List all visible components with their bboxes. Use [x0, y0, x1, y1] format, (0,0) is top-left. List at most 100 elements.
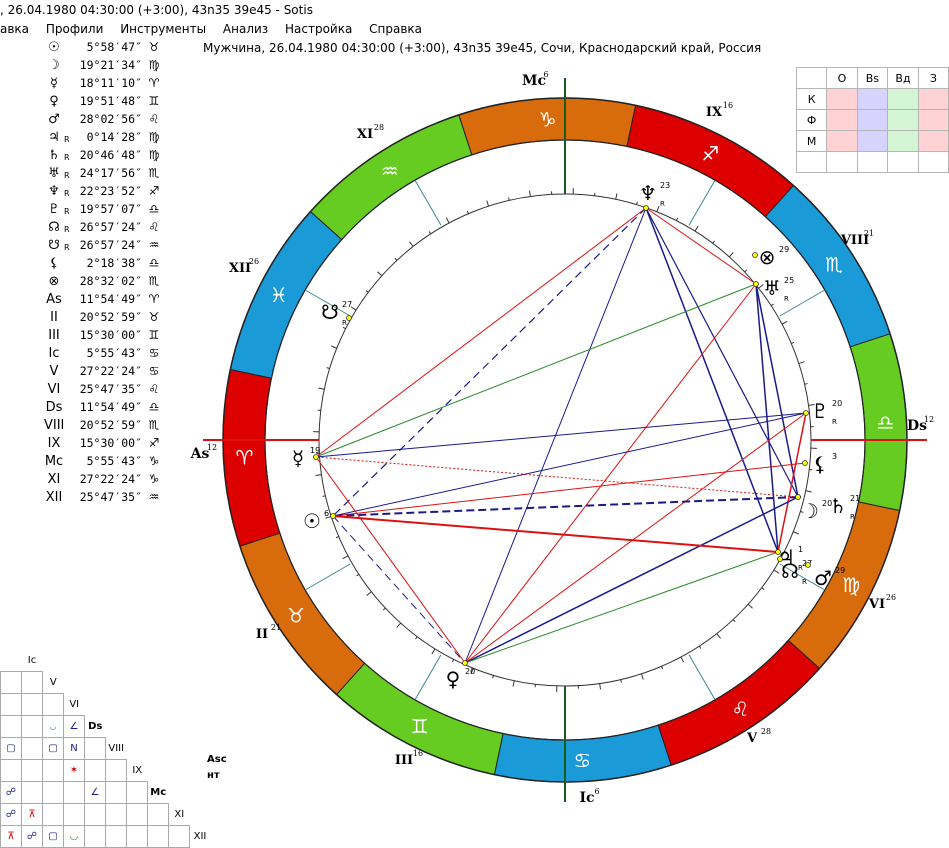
aspect-header-cell: [797, 68, 827, 89]
house-label: XI: [357, 127, 373, 142]
planet-glyph-icon: ☊: [781, 559, 799, 583]
degree-tick: [487, 200, 489, 206]
degree-tick: [377, 272, 381, 276]
planet-degree: 29: [835, 566, 845, 575]
nt-label: нт: [207, 770, 220, 781]
house-degree: 26: [886, 593, 896, 602]
degree-tick: [641, 674, 643, 680]
degree-tick: [343, 556, 348, 559]
degree-tick: [748, 604, 752, 608]
degree-tick: [600, 684, 601, 690]
asc-degree: 12: [207, 443, 217, 452]
degree-tick: [322, 496, 325, 497]
aspect-circle: [319, 194, 811, 686]
planet-marker: [806, 563, 811, 568]
planet-glyph-icon: ♆: [639, 181, 657, 205]
grid-label: VI: [64, 694, 85, 716]
degree-tick: [367, 592, 372, 596]
planet-degree: 23: [660, 181, 670, 190]
planet-degree: 1: [798, 545, 803, 554]
degree-tick: [616, 193, 617, 199]
degree-tick: [695, 226, 698, 231]
planet-marker: [463, 661, 468, 666]
planet-marker: [804, 411, 809, 416]
house-cusp-line: [415, 655, 441, 700]
aspect-cell: [857, 152, 888, 173]
mc-label: Mc: [522, 73, 546, 89]
degree-tick: [343, 327, 346, 328]
chart-title: Мужчина, 26.04.1980 04:30:00 (+3:00), 43…: [203, 41, 761, 55]
house-degree: 21: [864, 229, 874, 238]
aspect-line: [316, 457, 465, 663]
degree-tick: [366, 290, 368, 292]
aspect-line: [333, 208, 646, 516]
aspect-cell: [918, 89, 948, 110]
grid-label: Ds: [85, 716, 106, 738]
house-cusp-line: [689, 180, 715, 225]
degree-tick: [799, 362, 805, 364]
aspect-line: [465, 497, 798, 663]
planet-glyph-icon: ♇: [811, 399, 829, 423]
planet-marker: [331, 514, 336, 519]
degree-tick: [513, 681, 514, 687]
degree-tick: [383, 608, 385, 610]
degree-tick: [805, 384, 808, 385]
planet-marker: [754, 282, 759, 287]
zodiac-sign-icon: ♌: [731, 697, 749, 721]
zodiac-sign-icon: ♊: [411, 714, 429, 738]
aspect-row-label: Ф: [797, 110, 827, 131]
degree-tick: [713, 241, 715, 243]
degree-tick: [681, 657, 684, 662]
aspect-cell: [827, 110, 857, 131]
degree-tick: [467, 211, 468, 214]
degree-tick: [415, 637, 417, 639]
degree-tick: [717, 634, 721, 639]
aspect-cell: [827, 152, 857, 173]
house-degree: 28: [374, 123, 384, 132]
asc-label: Asc: [207, 754, 227, 765]
planet-marker: [803, 461, 808, 466]
degree-tick: [657, 206, 659, 212]
degree-tick: [791, 342, 794, 343]
degree-tick: [745, 270, 747, 272]
aspect-line: [465, 552, 778, 663]
retrograde-flag: R: [660, 200, 665, 208]
degree-tick: [762, 588, 764, 590]
aspect-cell: [797, 152, 827, 173]
aspect-cell: [888, 131, 919, 152]
house-cusp-line: [305, 564, 350, 590]
degree-tick: [793, 532, 799, 534]
aspect-line: [778, 413, 806, 552]
degree-tick: [529, 191, 530, 197]
aspect-header-cell: Bs: [857, 68, 888, 89]
aspect-cell: [918, 110, 948, 131]
house-cusp-line: [780, 290, 825, 316]
retrograde-flag: R: [832, 418, 837, 426]
degree-tick: [637, 202, 638, 205]
house-degree: 28: [761, 727, 771, 736]
aspect-cell: [827, 89, 857, 110]
aspect-row-label: М: [797, 131, 827, 152]
grid-label: Mc: [148, 782, 169, 804]
grid-label: IX: [127, 760, 148, 782]
inner-zodiac-circle: [265, 140, 865, 740]
zodiac-sign-icon: ♓: [270, 283, 288, 307]
house-cusp-line: [689, 655, 715, 700]
aspect-grid: Ic V VI ◡∠Ds ▢▢NVIII ✶IX ☍∠Mc ☍⊼XI ⊼☍▢◡X…: [0, 650, 211, 848]
house-cusp-line: [415, 180, 441, 225]
zodiac-sign-icon: ♉: [287, 603, 305, 627]
degree-tick: [327, 368, 330, 369]
aspect-cell: [857, 131, 888, 152]
house-label: II: [256, 627, 268, 642]
aspect-row-label: К: [797, 89, 827, 110]
degree-tick: [699, 646, 701, 649]
planet-glyph-icon: ⚸: [813, 452, 828, 476]
aspect-header-cell: Вд: [888, 68, 919, 89]
aspect-cell: [857, 110, 888, 131]
planet-degree: 21: [850, 494, 860, 503]
degree-tick: [782, 321, 787, 324]
zodiac-sign-icon: ♒: [381, 159, 399, 183]
degree-tick: [356, 574, 359, 576]
degree-tick: [774, 570, 779, 573]
aspect-line: [333, 497, 798, 516]
